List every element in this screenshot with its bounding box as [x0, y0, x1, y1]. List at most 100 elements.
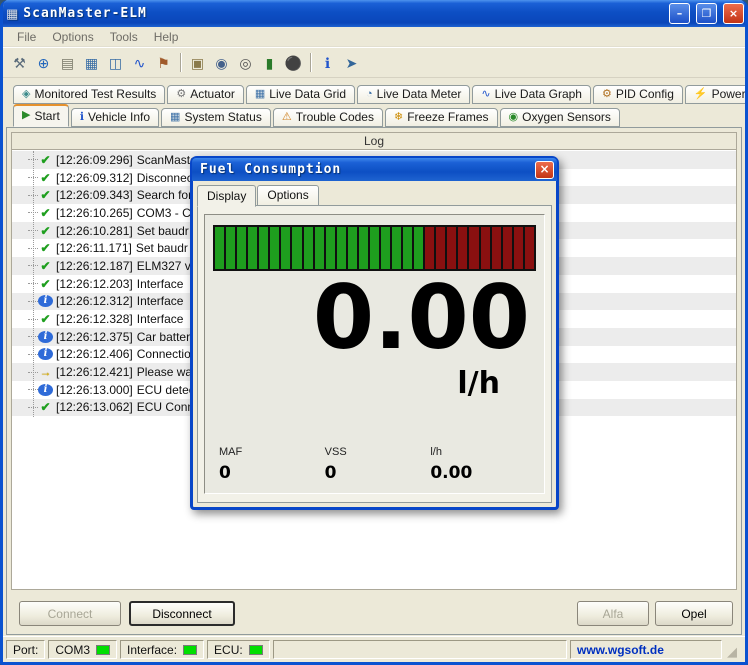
gauge-segment	[392, 227, 402, 269]
gauge-segment	[281, 227, 291, 269]
globe-button[interactable]: ⊕	[32, 51, 55, 74]
gauge-segment	[336, 227, 346, 269]
app-icon: ▦	[6, 5, 19, 21]
website-link[interactable]: www.wgsoft.de	[577, 643, 664, 657]
resize-grip[interactable]: ◢	[727, 645, 742, 660]
tab-label: System Status	[184, 110, 262, 124]
dialog-tab-display[interactable]: Display	[197, 185, 257, 207]
exit-button[interactable]: ➤	[340, 51, 363, 74]
tab-pid-config[interactable]: ⚙ PID Config	[592, 85, 683, 104]
wave-icon: ∿	[133, 54, 146, 71]
menu-item-help[interactable]: Help	[146, 28, 187, 46]
tab-start[interactable]: ▶ Start	[13, 104, 69, 127]
dialog-title-bar[interactable]: Fuel Consumption ×	[192, 158, 557, 181]
panel-icon: ◫	[108, 54, 123, 71]
tab-vehicle-info[interactable]: ℹ Vehicle Info	[70, 108, 160, 127]
display-panel: 0.00 l/h MAF 0 VSS 0 l/h 0.00	[204, 214, 545, 494]
flag-button[interactable]: ⚑	[152, 51, 175, 74]
tab-oxygen-sensors[interactable]: ◉ Oxygen Sensors	[499, 108, 620, 127]
tab-live-data-meter[interactable]: ◔ Live Data Meter	[357, 85, 471, 104]
power-icon: ⚡	[693, 87, 708, 100]
tab-trouble-codes[interactable]: ⚠ Trouble Codes	[272, 108, 383, 127]
info-icon: i	[38, 383, 53, 396]
tab-label: Oxygen Sensors	[522, 110, 611, 124]
check-icon: ✔	[40, 223, 51, 238]
info-button[interactable]: ℹ	[316, 51, 339, 74]
tab-power[interactable]: ⚡ Power	[684, 85, 746, 104]
log-time: [12:26:09.312]	[56, 170, 133, 185]
disconnect-button[interactable]: Disconnect	[129, 601, 235, 626]
log-time: [12:26:11.171]	[56, 241, 132, 256]
status-website: www.wgsoft.de	[570, 640, 722, 659]
wave-button[interactable]: ∿	[128, 51, 151, 74]
gauge-segment	[369, 227, 379, 269]
readouts-row: MAF 0 VSS 0 l/h 0.00	[219, 446, 536, 483]
tab-label: Live Data Graph	[494, 87, 582, 101]
log-header: Log	[12, 133, 736, 150]
vehicle-info-icon: ℹ	[79, 110, 84, 123]
info-icon: i	[38, 295, 53, 308]
live-data-grid-icon: ▦	[254, 87, 266, 100]
wrench-button[interactable]: ⚒	[8, 51, 31, 74]
gauge-segment	[502, 227, 512, 269]
gauge-segment	[347, 227, 357, 269]
log-text: Interface	[136, 312, 184, 327]
tab-live-data-graph[interactable]: ∿ Live Data Graph	[472, 85, 591, 104]
tab-monitored-test-results[interactable]: ◈ Monitored Test Results	[13, 85, 166, 104]
tab-label: Power	[711, 87, 746, 101]
camera-button[interactable]: ◎	[234, 51, 257, 74]
clipboard-button[interactable]: ▣	[186, 51, 209, 74]
tab-freeze-frames[interactable]: ❄ Freeze Frames	[384, 108, 498, 127]
log-time: [12:26:12.203]	[56, 276, 133, 291]
log-time: [12:26:13.000]	[56, 382, 133, 397]
dialog-close-button[interactable]: ×	[535, 160, 554, 179]
opel-button[interactable]: Opel	[655, 601, 733, 626]
dialog-tab-strip: Display Options	[193, 181, 556, 207]
check-icon: ✔	[40, 241, 51, 256]
ecu-label: ECU:	[214, 642, 243, 657]
tab-row-secondary: ◈ Monitored Test Results ⚙ Actuator ▦ Live Da…	[9, 82, 745, 104]
grid-button[interactable]: ▦	[80, 51, 103, 74]
menu-item-file[interactable]: File	[9, 28, 44, 46]
gauge-segment	[425, 227, 435, 269]
battery-button[interactable]: ▮	[258, 51, 281, 74]
connect-button[interactable]: Connect	[19, 601, 121, 626]
dialog-tab-options[interactable]: Options	[257, 185, 319, 206]
report-icon: ▤	[60, 54, 75, 71]
gauge-segment	[380, 227, 390, 269]
check-icon: ✔	[40, 152, 51, 167]
tab-actuator[interactable]: ⚙ Actuator	[167, 85, 244, 104]
alfa-button[interactable]: Alfa	[577, 601, 649, 626]
tab-system-status[interactable]: ▦ System Status	[161, 108, 271, 127]
panel-button[interactable]: ◫	[104, 51, 127, 74]
tab-row-primary: ▶ Start ℹ Vehicle Info ▦ System Status ⚠ Troubl…	[9, 104, 739, 127]
log-time: [12:26:12.375]	[56, 329, 133, 344]
close-button[interactable]: ×	[723, 3, 744, 24]
info-icon: i	[38, 330, 53, 343]
log-time: [12:26:09.296]	[56, 152, 133, 167]
log-text: Disconnec	[136, 170, 193, 185]
dialog-display-page: 0.00 l/h MAF 0 VSS 0 l/h 0.00	[197, 205, 552, 503]
log-text: ECU detec	[136, 382, 195, 397]
interface-led	[183, 644, 198, 655]
maximize-button[interactable]: ❐	[696, 3, 717, 24]
grid-icon: ▦	[84, 54, 99, 71]
log-time: [12:26:10.265]	[56, 205, 133, 220]
gauge-segment	[436, 227, 446, 269]
trouble-codes-icon: ⚠	[281, 110, 292, 123]
record-button[interactable]: ⚫	[282, 51, 305, 74]
minimize-button[interactable]: –	[669, 3, 690, 24]
monitored-tests-icon: ◈	[22, 87, 31, 100]
tab-label: Trouble Codes	[295, 110, 374, 124]
tab-live-data-grid[interactable]: ▦ Live Data Grid	[245, 85, 355, 104]
gauge-segment	[237, 227, 247, 269]
title-bar[interactable]: ▦ ScanMaster-ELM – ❐ ×	[3, 0, 745, 27]
menu-item-options[interactable]: Options	[44, 28, 101, 46]
log-time: [12:26:09.343]	[56, 188, 133, 203]
readout-label: l/h	[430, 446, 442, 458]
log-text: COM3 - C	[136, 205, 191, 220]
menu-bar: File Options Tools Help	[3, 27, 745, 47]
report-button[interactable]: ▤	[56, 51, 79, 74]
menu-item-tools[interactable]: Tools	[102, 28, 146, 46]
search-button[interactable]: ◉	[210, 51, 233, 74]
